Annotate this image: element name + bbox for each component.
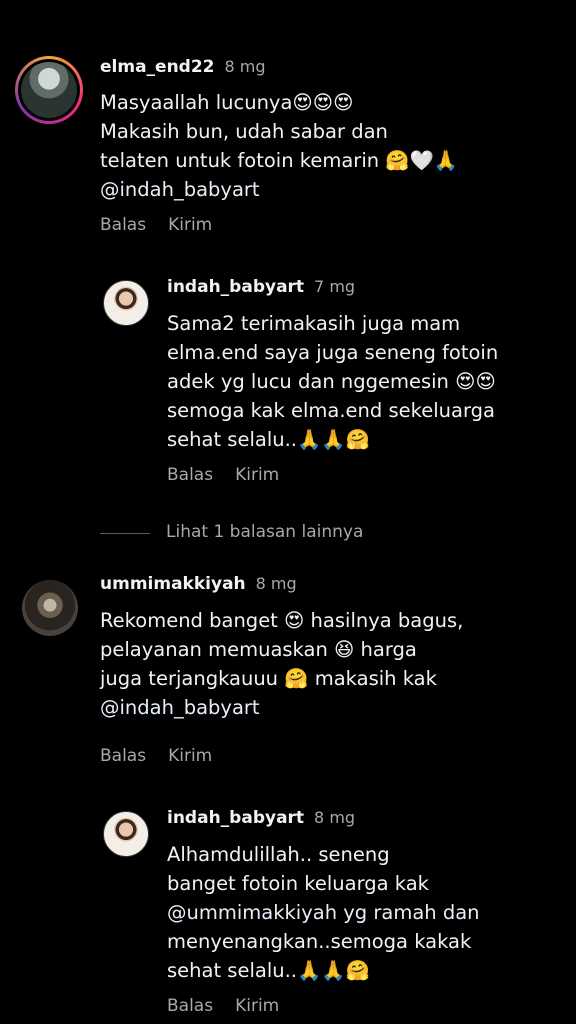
comment-text: Sama2 terimakasih juga mam elma.end saya… bbox=[167, 312, 499, 451]
avatar[interactable] bbox=[103, 280, 149, 326]
send-button[interactable]: Kirim bbox=[168, 215, 212, 235]
reply-button[interactable]: Balas bbox=[100, 746, 146, 766]
avatar[interactable] bbox=[15, 56, 83, 124]
avatar-photo bbox=[104, 281, 148, 325]
reply-button[interactable]: Balas bbox=[167, 996, 213, 1016]
avatar-photo bbox=[104, 812, 148, 856]
comment-text: Alhamdulillah.. seneng banget fotoin kel… bbox=[167, 843, 480, 982]
timestamp: 7 mg bbox=[314, 277, 356, 296]
view-more-replies-label[interactable]: Lihat 1 balasan lainnya bbox=[166, 522, 363, 542]
send-button[interactable]: Kirim bbox=[235, 996, 279, 1016]
timestamp: 8 mg bbox=[314, 808, 356, 827]
avatar-photo bbox=[22, 580, 78, 636]
timestamp: 8 mg bbox=[255, 574, 297, 593]
reply-button[interactable]: Balas bbox=[100, 215, 146, 235]
username[interactable]: ummimakkiyah bbox=[100, 574, 246, 594]
username[interactable]: indah_babyart bbox=[167, 277, 304, 297]
avatar[interactable] bbox=[103, 811, 149, 857]
avatar[interactable] bbox=[22, 580, 78, 636]
comment-text: Masyaallah lucunya😍😍😍 Makasih bun, udah … bbox=[100, 88, 458, 204]
reply-button[interactable]: Balas bbox=[167, 465, 213, 485]
send-button[interactable]: Kirim bbox=[168, 746, 212, 766]
send-button[interactable]: Kirim bbox=[235, 465, 279, 485]
mention-link[interactable]: @indah_babyart bbox=[100, 693, 463, 722]
username[interactable]: elma_end22 bbox=[100, 57, 215, 77]
avatar-photo bbox=[21, 62, 77, 118]
comment-text: Rekomend banget 😍 hasilnya bagus, pelaya… bbox=[100, 606, 463, 722]
mention-link: @ummimakkiyah yg ramah dan bbox=[167, 901, 480, 924]
username[interactable]: indah_babyart bbox=[167, 808, 304, 828]
mention-link[interactable]: @indah_babyart bbox=[100, 175, 458, 204]
divider-line bbox=[100, 533, 150, 534]
timestamp: 8 mg bbox=[224, 57, 266, 76]
